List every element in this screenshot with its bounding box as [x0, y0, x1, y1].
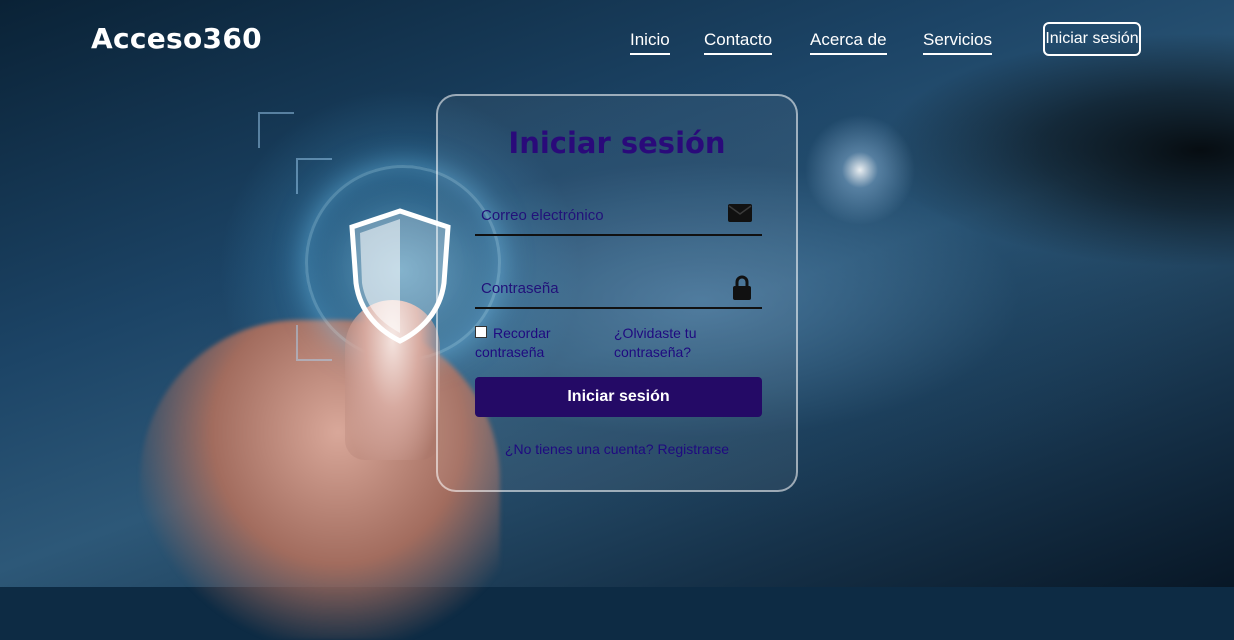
email-field-wrapper [475, 194, 762, 236]
nav-link-servicios[interactable]: Servicios [923, 30, 992, 55]
forgot-password-link[interactable]: ¿Olvidaste tu contraseña? [614, 324, 744, 362]
envelope-icon [728, 204, 752, 222]
nav-link-contacto[interactable]: Contacto [704, 30, 773, 55]
register-link[interactable]: Registrarse [657, 441, 729, 457]
scan-frame-corner [258, 112, 294, 148]
site-header: Acceso360 Inicio Contacto Acerca de Serv… [0, 0, 1234, 80]
scan-frame-corner [296, 158, 332, 194]
remember-checkbox-label[interactable]: Recordar contraseña [475, 324, 595, 362]
register-prompt-text: ¿No tienes una cuenta? [504, 441, 654, 457]
brand-logo[interactable]: Acceso360 [91, 22, 262, 55]
password-field-wrapper [475, 267, 762, 309]
register-prompt: ¿No tienes una cuenta? Registrarse [438, 441, 796, 457]
login-card: Iniciar sesión Recordar contraseña ¿Olvi… [436, 94, 798, 492]
password-input[interactable] [479, 275, 723, 301]
remember-checkbox[interactable] [475, 326, 487, 339]
nav-link-inicio[interactable]: Inicio [630, 30, 670, 55]
header-login-button[interactable]: Iniciar sesión [1043, 22, 1141, 56]
login-options: Recordar contraseña ¿Olvidaste tu contra… [475, 324, 762, 364]
nav-link-acerca-de[interactable]: Acerca de [810, 30, 887, 55]
scan-frame-corner [296, 325, 332, 361]
login-submit-button[interactable]: Iniciar sesión [475, 377, 762, 417]
email-input[interactable] [479, 202, 723, 228]
lock-icon [733, 275, 751, 300]
login-title: Iniciar sesión [508, 126, 726, 160]
